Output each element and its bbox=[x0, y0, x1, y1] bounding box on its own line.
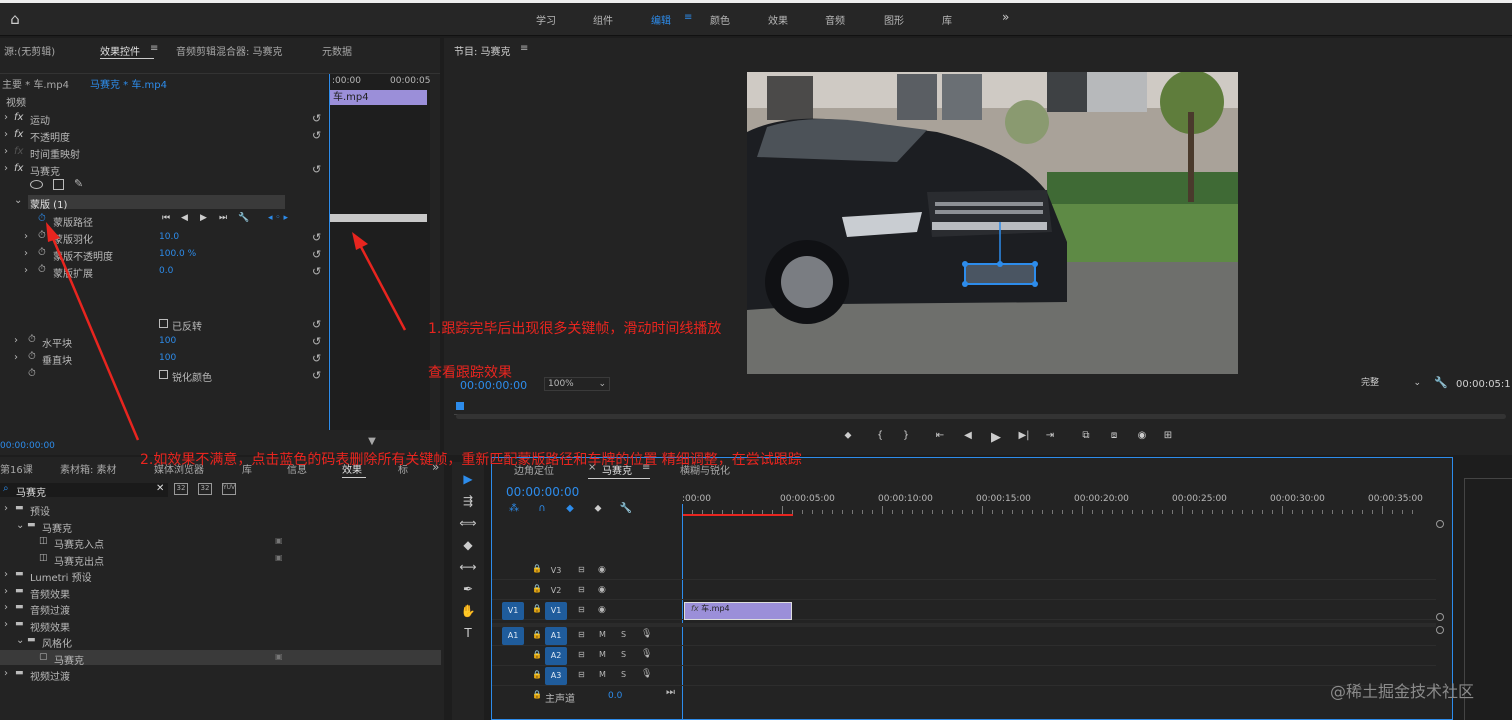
watermark: @稀土掘金技术社区 bbox=[1330, 682, 1475, 701]
annotation-arrows bbox=[46, 222, 407, 441]
annotation-1b: 查看跟踪效果 bbox=[428, 365, 512, 381]
annotation-1a: 1.跟踪完毕后出现很多关键帧，滑动时间线播放 bbox=[428, 321, 722, 337]
annotation-2: 2.如效果不满意，点击蓝色的码表删除所有关键帧，重新匹配蒙版路径和车牌的位置 精… bbox=[140, 452, 802, 468]
